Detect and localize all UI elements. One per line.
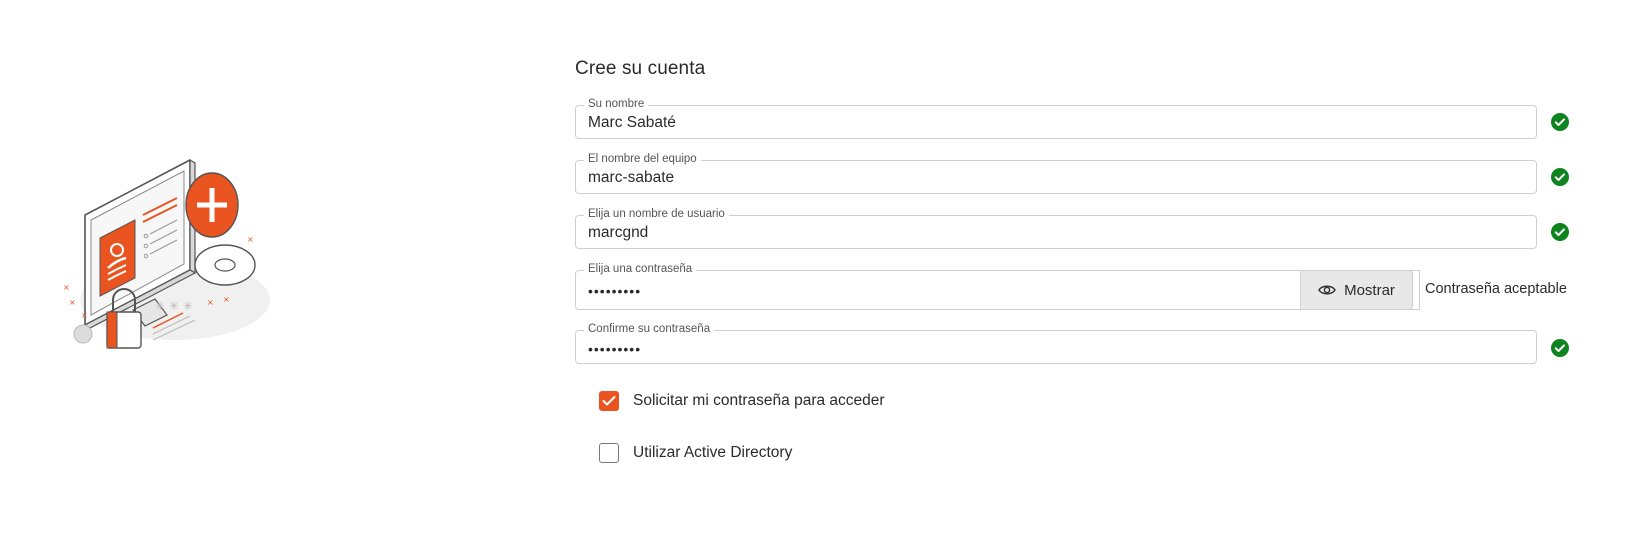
hostname-field[interactable]: El nombre del equipo marc-sabate [575, 152, 1537, 194]
show-password-label: Mostrar [1344, 281, 1395, 299]
password-field-label: Elija una contraseña [584, 262, 697, 276]
svg-text:×: × [63, 283, 70, 292]
username-field-label: Elija un nombre de usuario [584, 207, 729, 221]
require-password-option[interactable]: Solicitar mi contraseña para acceder [599, 391, 885, 411]
svg-text:×: × [69, 298, 76, 307]
account-security-illustration: × × × × × × ✳ ✳ ✳ [63, 158, 270, 349]
account-setup-page: × × × × × × ✳ ✳ ✳ Cree su cuenta Su nomb… [0, 0, 1627, 555]
require-password-checkbox[interactable] [599, 391, 619, 411]
svg-text:×: × [81, 311, 88, 320]
active-directory-label: Utilizar Active Directory [633, 444, 793, 461]
name-field[interactable]: Su nombre Marc Sabaté [575, 97, 1537, 139]
username-field[interactable]: Elija un nombre de usuario marcgnd [575, 207, 1537, 249]
require-password-label: Solicitar mi contraseña para acceder [633, 392, 885, 409]
confirm-password-field[interactable]: Confirme su contraseña ••••••••• [575, 322, 1537, 364]
active-directory-checkbox[interactable] [599, 443, 619, 463]
svg-text:×: × [207, 298, 214, 307]
active-directory-option[interactable]: Utilizar Active Directory [599, 443, 792, 463]
page-title: Cree su cuenta [575, 58, 706, 79]
confirm-password-field-value: ••••••••• [588, 341, 642, 357]
hostname-field-value: marc-sabate [588, 169, 675, 186]
password-field-value: ••••••••• [588, 283, 642, 299]
password-field[interactable]: Elija una contraseña ••••••••• [575, 262, 1420, 310]
check-circle-icon [1551, 339, 1569, 357]
name-field-label: Su nombre [584, 97, 649, 111]
name-field-value: Marc Sabaté [588, 114, 676, 131]
svg-text:✳ ✳ ✳: ✳ ✳ ✳ [155, 299, 193, 313]
svg-text:×: × [223, 295, 230, 304]
check-circle-icon [1551, 113, 1569, 131]
check-circle-icon [1551, 223, 1569, 241]
confirm-password-field-label: Confirme su contraseña [584, 322, 715, 336]
show-password-button[interactable]: Mostrar [1300, 270, 1413, 310]
svg-text:×: × [247, 235, 254, 244]
eye-icon [1318, 285, 1336, 295]
username-field-value: marcgnd [588, 224, 649, 241]
checkmark-icon [602, 396, 616, 406]
hostname-field-label: El nombre del equipo [584, 152, 701, 166]
check-circle-icon [1551, 168, 1569, 186]
password-strength-text: Contraseña aceptable [1425, 281, 1567, 297]
